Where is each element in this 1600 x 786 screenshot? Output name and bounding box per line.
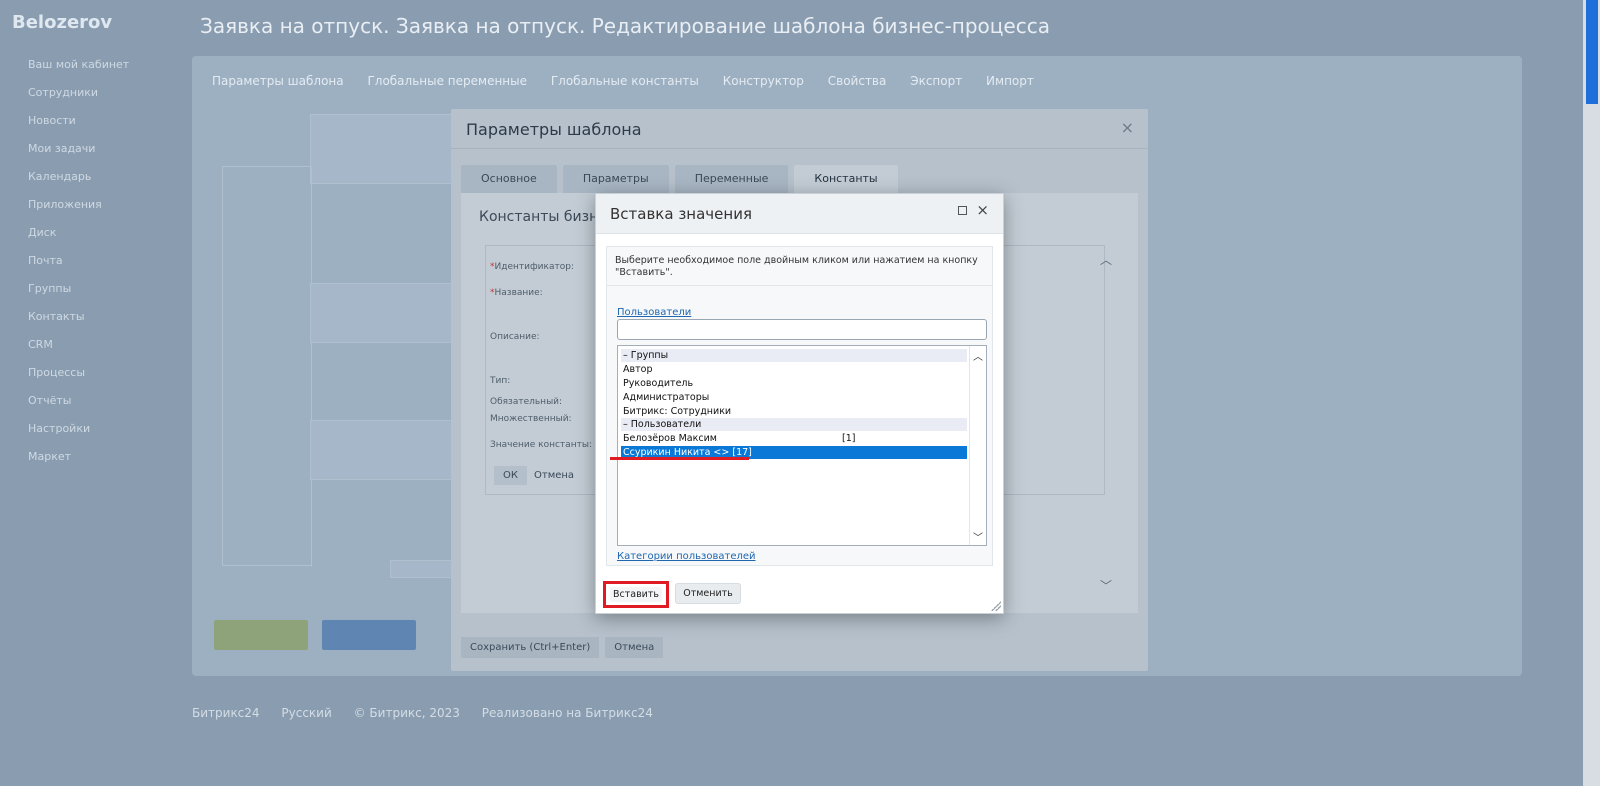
instruction-text: Выберите необходимое поле двойным кликом…: [615, 255, 978, 278]
resize-grip-icon[interactable]: [991, 601, 1001, 611]
insert-button-label: Вставить: [610, 587, 662, 602]
sidebar-item[interactable]: Контакты: [28, 310, 85, 323]
sidebar-item[interactable]: Мои задачи: [28, 142, 95, 155]
tab-parameters[interactable]: Параметры: [562, 165, 669, 193]
page-title: Заявка на отпуск. Заявка на отпуск. Реда…: [200, 14, 1050, 38]
form-label-type: Тип:: [490, 376, 511, 386]
editor-tab[interactable]: Конструктор: [723, 74, 804, 88]
sidebar-item[interactable]: Отчёты: [28, 394, 71, 407]
form-cancel-button[interactable]: Отмена: [534, 470, 574, 481]
template-dialog-tabs: Основное Параметры Переменные Константы: [461, 165, 904, 193]
list-item[interactable]: Руководитель: [621, 377, 967, 390]
user-categories-link[interactable]: Категории пользователей: [617, 551, 756, 562]
chevron-up-icon[interactable]: ︿: [1100, 251, 1112, 268]
sidebar-item[interactable]: Маркет: [28, 450, 71, 463]
cancel-button[interactable]: Отмена: [605, 637, 664, 658]
sidebar-item[interactable]: Почта: [28, 254, 63, 267]
maximize-icon[interactable]: [958, 206, 967, 215]
list-item[interactable]: Белозёров Максим [1]: [621, 432, 967, 445]
form-label-multiple: Множественный:: [490, 414, 572, 424]
template-dialog-footer: Сохранить (Ctrl+Enter) Отмена: [461, 637, 669, 658]
page-scrollbar-thumb[interactable]: [1586, 0, 1598, 104]
list-scrollbar[interactable]: ︿ ﹀: [969, 346, 986, 545]
list-item[interactable]: Автор: [621, 363, 967, 376]
workflow-block: [310, 420, 460, 480]
divider: [607, 285, 992, 286]
editor-tab[interactable]: Параметры шаблона: [212, 74, 344, 88]
list-group-header[interactable]: – Группы: [621, 349, 967, 362]
form-label-identifier: *Идентификатор:: [490, 262, 574, 272]
editor-tab[interactable]: Свойства: [828, 74, 887, 88]
sidebar-item[interactable]: CRM: [28, 338, 53, 351]
chevron-down-icon[interactable]: ﹀: [973, 529, 983, 544]
template-dialog-title: Параметры шаблона: [466, 120, 642, 139]
sidebar-item[interactable]: Диск: [28, 226, 56, 239]
insert-dialog-panel: Выберите необходимое поле двойным кликом…: [606, 246, 993, 566]
list-group-header[interactable]: – Пользователи: [621, 418, 967, 431]
sidebar-item[interactable]: Процессы: [28, 366, 85, 379]
users-link[interactable]: Пользователи: [617, 307, 691, 318]
editor-tabs: Параметры шаблона Глобальные переменные …: [212, 74, 1034, 88]
tab-variables[interactable]: Переменные: [674, 165, 789, 193]
workflow-block: [390, 560, 460, 578]
form-label-description: Описание:: [490, 332, 540, 342]
save-button[interactable]: Сохранить (Ctrl+Enter): [461, 637, 600, 658]
sidebar-item[interactable]: Группы: [28, 282, 71, 295]
chevron-up-icon[interactable]: ︿: [973, 348, 983, 363]
template-dialog-header: Параметры шаблона ×: [451, 109, 1148, 149]
editor-tab[interactable]: Импорт: [986, 74, 1034, 88]
tab-constants[interactable]: Константы: [794, 165, 898, 193]
sidebar-item[interactable]: Настройки: [28, 422, 90, 435]
footer-item[interactable]: Битрикс24: [192, 706, 260, 720]
editor-tab[interactable]: Глобальные константы: [551, 74, 699, 88]
insert-dialog-header[interactable]: Вставка значения ×: [596, 194, 1003, 234]
editor-tab[interactable]: Глобальные переменные: [367, 74, 527, 88]
form-label-required: Обязательный:: [490, 397, 563, 407]
close-icon[interactable]: ×: [1121, 118, 1134, 137]
insert-button[interactable]: Вставить: [603, 581, 669, 608]
app-title: Belozerov: [12, 12, 113, 33]
bg-apply-button[interactable]: [322, 620, 416, 650]
cancel-button[interactable]: Отменить: [675, 583, 741, 604]
form-label-value: Значение константы:: [490, 440, 592, 450]
sidebar: Ваш мой кабинет Сотрудники Новости Мои з…: [0, 50, 185, 730]
workflow-block: [310, 114, 460, 184]
footer-item: © Битрикс, 2023: [353, 706, 460, 720]
sidebar-item[interactable]: Календарь: [28, 170, 91, 183]
ok-button[interactable]: ОК: [494, 466, 527, 485]
sidebar-item[interactable]: Сотрудники: [28, 86, 98, 99]
insert-value-dialog: Вставка значения × Выберите необходимое …: [595, 193, 1004, 614]
insert-dialog-title: Вставка значения: [610, 205, 752, 223]
close-icon[interactable]: ×: [976, 202, 989, 218]
workflow-connector: [222, 166, 312, 566]
form-label-name: *Название:: [490, 288, 543, 298]
portal-footer: Битрикс24 Русский © Битрикс, 2023 Реализ…: [192, 706, 671, 720]
footer-item[interactable]: Реализовано на Битрикс24: [482, 706, 653, 720]
footer-item[interactable]: Русский: [281, 706, 331, 720]
user-search-input[interactable]: [617, 319, 987, 340]
user-listbox[interactable]: – Группы Автор Руководитель Администрато…: [617, 345, 987, 546]
editor-tab[interactable]: Экспорт: [910, 74, 962, 88]
list-item[interactable]: Администраторы: [621, 391, 967, 404]
list-item[interactable]: Битрикс: Сотрудники: [621, 405, 967, 418]
user-id: [1]: [842, 433, 856, 444]
workflow-block: [310, 283, 460, 343]
sidebar-item[interactable]: Приложения: [28, 198, 102, 211]
sidebar-item[interactable]: Новости: [28, 114, 76, 127]
tab-general[interactable]: Основное: [461, 165, 557, 193]
sidebar-item[interactable]: Ваш мой кабинет: [28, 58, 129, 71]
chevron-down-icon[interactable]: ﹀: [1100, 577, 1112, 594]
portal-topbar: Belozerov Заявка на отпуск. Заявка на от…: [0, 0, 1583, 50]
page-scrollbar[interactable]: [1583, 0, 1600, 786]
annotation-underline: [610, 457, 749, 460]
bg-save-button[interactable]: [214, 620, 308, 650]
